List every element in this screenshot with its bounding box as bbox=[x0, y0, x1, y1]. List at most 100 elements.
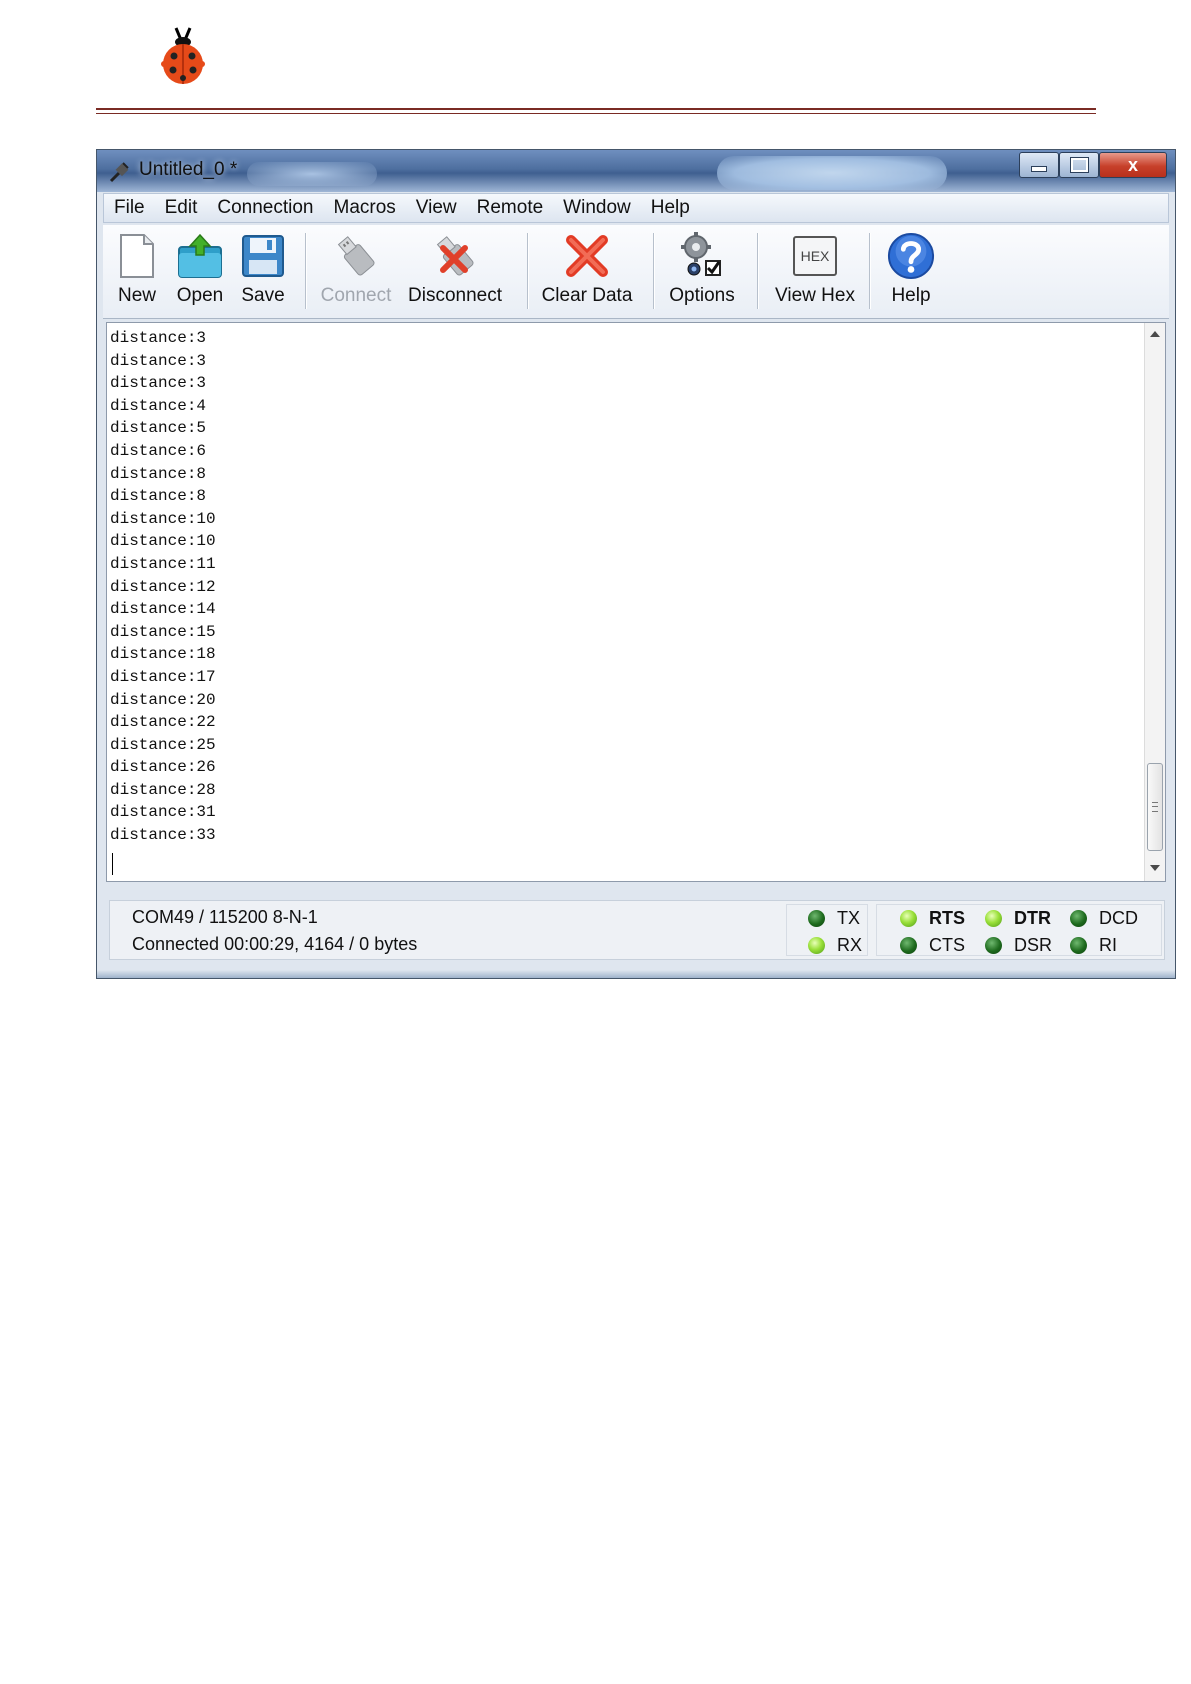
hex-icon-text: HEX bbox=[801, 248, 830, 264]
vertical-scrollbar[interactable] bbox=[1144, 323, 1165, 881]
title-bar[interactable]: Untitled_0 * x bbox=[97, 150, 1175, 192]
terminal-lines: distance:3 distance:3 distance:3 distance:4… bbox=[110, 327, 216, 847]
connect-label: Connect bbox=[320, 285, 392, 306]
terminal-line: distance:5 bbox=[110, 419, 207, 438]
disconnect-button[interactable]: Disconnect bbox=[403, 225, 507, 315]
options-gear-icon bbox=[681, 232, 721, 276]
save-button[interactable]: Save bbox=[235, 225, 291, 315]
tx-label: TX bbox=[837, 908, 861, 928]
minimize-icon bbox=[1031, 166, 1047, 172]
terminal-line: distance:3 bbox=[110, 329, 207, 347]
menu-window[interactable]: Window bbox=[553, 197, 641, 219]
save-disk-icon bbox=[242, 235, 284, 277]
terminal-line: distance:4 bbox=[110, 396, 207, 415]
menu-help[interactable]: Help bbox=[641, 197, 700, 219]
terminal-line: distance:28 bbox=[110, 780, 216, 799]
toolbar: New Open Save Connect Disconnect Clear D… bbox=[103, 225, 1169, 319]
clear-data-label: Clear Data bbox=[541, 285, 633, 306]
options-label: Options bbox=[669, 285, 735, 306]
terminal-line: distance:25 bbox=[110, 735, 216, 754]
dsr-indicator: DSR bbox=[985, 935, 1052, 956]
menu-edit[interactable]: Edit bbox=[155, 197, 208, 219]
terminal-line: distance:31 bbox=[110, 803, 216, 822]
help-question-icon bbox=[887, 232, 935, 280]
options-button[interactable]: Options bbox=[661, 225, 743, 315]
connect-button[interactable]: Connect bbox=[313, 225, 399, 315]
view-hex-button[interactable]: HEX View Hex bbox=[765, 225, 865, 315]
port-settings: COM49 / 115200 8-N-1 bbox=[132, 907, 318, 927]
hex-icon: HEX bbox=[793, 236, 837, 276]
rx-led bbox=[808, 937, 825, 954]
close-button[interactable]: x bbox=[1099, 152, 1167, 178]
coolterm-window: Untitled_0 * x File Edit Connection Macr… bbox=[96, 149, 1176, 979]
terminal-line: distance:8 bbox=[110, 464, 207, 483]
menu-bar: File Edit Connection Macros View Remote … bbox=[103, 193, 1169, 223]
usb-plug-icon bbox=[337, 236, 375, 276]
terminal-line: distance:6 bbox=[110, 441, 207, 460]
scroll-up-icon[interactable] bbox=[1150, 331, 1160, 337]
scroll-thumb[interactable] bbox=[1147, 763, 1163, 851]
terminal-line: distance:8 bbox=[110, 487, 207, 506]
dcd-indicator: DCD bbox=[1070, 908, 1138, 929]
cts-indicator: CTS bbox=[900, 935, 965, 956]
window-title: Untitled_0 * bbox=[139, 159, 238, 180]
view-hex-label: View Hex bbox=[775, 285, 855, 306]
window-bottom-border bbox=[97, 970, 1175, 978]
header-rule bbox=[96, 108, 1096, 110]
cts-label: CTS bbox=[929, 935, 965, 955]
ri-indicator: RI bbox=[1070, 935, 1117, 956]
terminal-line: distance:26 bbox=[110, 758, 216, 777]
terminal-line: distance:10 bbox=[110, 532, 216, 551]
menu-file[interactable]: File bbox=[104, 197, 155, 219]
maximize-button[interactable] bbox=[1059, 152, 1099, 178]
new-file-icon bbox=[120, 234, 154, 278]
close-icon: x bbox=[1127, 154, 1138, 175]
open-button[interactable]: Open bbox=[169, 225, 231, 315]
scroll-down-icon[interactable] bbox=[1150, 865, 1160, 871]
help-button[interactable]: Help bbox=[877, 225, 945, 315]
menu-view[interactable]: View bbox=[406, 197, 467, 219]
terminal-output[interactable]: distance:3 distance:3 distance:3 distance:4… bbox=[106, 322, 1166, 882]
header-rule-thin bbox=[96, 113, 1096, 114]
rx-label: RX bbox=[837, 935, 863, 955]
terminal-line: distance:3 bbox=[110, 374, 207, 393]
ri-label: RI bbox=[1099, 935, 1117, 955]
new-button[interactable]: New bbox=[109, 225, 165, 315]
ri-led bbox=[1070, 937, 1087, 954]
terminal-line: distance:12 bbox=[110, 577, 216, 596]
text-cursor bbox=[112, 853, 113, 875]
dtr-label: DTR bbox=[1014, 908, 1051, 928]
terminal-line: distance:14 bbox=[110, 600, 216, 619]
terminal-line: distance:20 bbox=[110, 690, 216, 709]
rts-led bbox=[900, 910, 917, 927]
terminal-line: distance:15 bbox=[110, 622, 216, 641]
terminal-line: distance:3 bbox=[110, 351, 207, 370]
rts-label: RTS bbox=[929, 908, 965, 928]
new-label: New bbox=[117, 285, 156, 306]
menu-macros[interactable]: Macros bbox=[324, 197, 406, 219]
open-folder-icon bbox=[178, 233, 222, 278]
menu-connection[interactable]: Connection bbox=[207, 197, 323, 219]
clear-data-button[interactable]: Clear Data bbox=[535, 225, 639, 315]
terminal-line: distance:11 bbox=[110, 554, 216, 573]
rx-indicator: RX bbox=[808, 935, 862, 956]
help-label: Help bbox=[891, 285, 931, 306]
dsr-led bbox=[985, 937, 1002, 954]
disconnect-label: Disconnect bbox=[408, 285, 502, 306]
dtr-toggle[interactable]: DTR bbox=[985, 908, 1051, 929]
terminal-line: distance:10 bbox=[110, 509, 216, 528]
rts-toggle[interactable]: RTS bbox=[900, 908, 965, 929]
dtr-led bbox=[985, 910, 1002, 927]
dcd-led bbox=[1070, 910, 1087, 927]
maximize-icon bbox=[1069, 157, 1089, 173]
ladybug-icon bbox=[161, 27, 205, 84]
terminal-line: distance:22 bbox=[110, 713, 216, 732]
clear-x-icon bbox=[566, 235, 608, 277]
disconnect-plug-icon bbox=[436, 236, 474, 276]
status-bar: COM49 / 115200 8-N-1 Connected 00:00:29,… bbox=[109, 900, 1165, 960]
connection-status: Connected 00:00:29, 4164 / 0 bytes bbox=[132, 934, 418, 954]
menu-remote[interactable]: Remote bbox=[467, 197, 554, 219]
minimize-button[interactable] bbox=[1019, 152, 1059, 178]
dcd-label: DCD bbox=[1099, 908, 1138, 928]
terminal-line: distance:18 bbox=[110, 645, 216, 664]
